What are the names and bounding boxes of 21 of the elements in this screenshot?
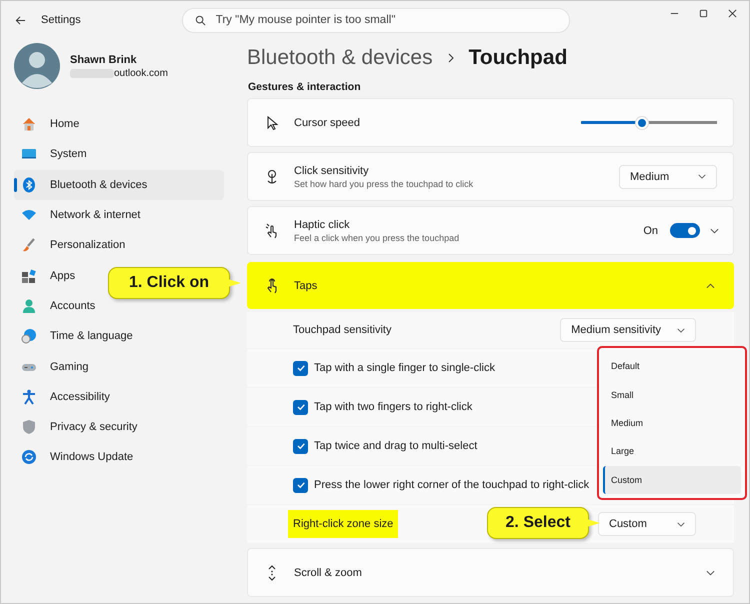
page-title: Touchpad	[468, 46, 568, 70]
setting-label: Haptic click	[294, 218, 351, 230]
checkbox-label: Tap twice and drag to multi-select	[314, 440, 478, 452]
setting-label: Cursor speed	[294, 116, 362, 128]
setting-label: Right-click zone size	[288, 510, 398, 538]
section-heading: Gestures & interaction	[248, 81, 362, 93]
window-title: Settings	[41, 14, 81, 26]
callout-tooltip: 1. Click on	[108, 267, 241, 299]
toggle-state: On	[643, 224, 658, 236]
user-name: Shawn Brink	[70, 54, 138, 66]
checkbox-label: Press the lower right corner of the touchpad to right-click	[314, 479, 590, 491]
setting-label: Taps	[294, 280, 318, 292]
setting-description: Feel a click when you press the touchpad	[294, 232, 460, 242]
user-email: outlook.com	[114, 68, 168, 78]
callout-tooltip: 2. Select	[487, 507, 600, 539]
checkbox-label: Tap with two fingers to right-click	[314, 401, 472, 413]
setting-label: Click sensitivity	[294, 164, 370, 176]
setting-label: Scroll & zoom	[294, 566, 363, 578]
setting-label: Touchpad sensitivity	[293, 324, 392, 336]
checkbox-label: Tap with a single finger to single-click	[314, 362, 495, 374]
setting-description: Set how hard you press the touchpad to click	[294, 178, 474, 188]
